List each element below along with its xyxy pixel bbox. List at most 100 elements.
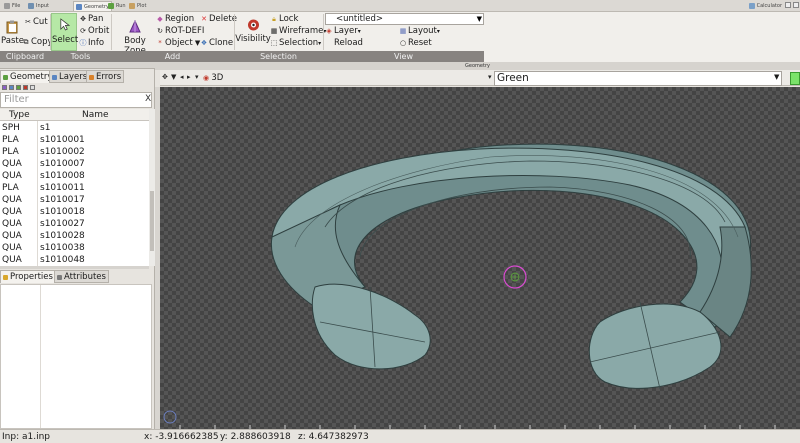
tab-run[interactable]: Run <box>106 1 128 11</box>
select-button[interactable]: Select <box>51 13 79 51</box>
clone-button[interactable]: ❖ Clone <box>200 38 233 49</box>
select-label: Select <box>52 35 79 45</box>
top-tab-bar: File Input Geometry Run Plot Calculator <box>0 0 800 12</box>
tab-attributes[interactable]: Attributes <box>54 270 109 283</box>
file-icon <box>4 3 10 9</box>
header-name[interactable]: Name <box>82 109 109 121</box>
table-row[interactable]: QUA s1010048 <box>0 254 149 266</box>
tab-properties[interactable]: Properties <box>0 270 56 283</box>
color-combo-value: Green <box>497 72 529 84</box>
table-row[interactable]: QUA s1010027 <box>0 218 149 230</box>
tab-errors-label: Errors <box>96 72 122 82</box>
ribbon-group-labels: Clipboard Tools Add Selection View <box>0 51 484 62</box>
region-button[interactable]: ◆ Region <box>156 14 194 25</box>
paste-button[interactable]: Paste <box>1 20 24 46</box>
right-end-cap <box>588 303 722 389</box>
layout-icon: ▦ <box>399 27 407 35</box>
viewport-next-icon[interactable]: ▸ <box>187 73 193 81</box>
projection-selector[interactable]: ◉ 3D <box>203 73 223 83</box>
panel-icon-strip <box>0 84 155 91</box>
table-row[interactable]: PLA s1010011 <box>0 182 149 194</box>
delete-icon: ✕ <box>201 15 207 23</box>
copy-button[interactable]: ⧉ Copy <box>22 37 53 48</box>
delete-label: Delete <box>209 14 237 24</box>
tab-file[interactable]: File <box>2 1 22 11</box>
row-name: s1010017 <box>40 195 85 205</box>
paste-label: Paste <box>1 36 24 46</box>
filter-region-icon[interactable] <box>9 85 14 90</box>
color-combo-arrow-icon[interactable]: ▼ <box>774 73 779 81</box>
header-type[interactable]: Type <box>9 109 30 121</box>
visibility-button[interactable]: Visibility <box>235 18 271 44</box>
table-row[interactable]: QUA s1010018 <box>0 206 149 218</box>
orbit-button[interactable]: ⟳ Orbit <box>79 26 109 37</box>
layer-dropdown-icon: ▾ <box>357 28 361 35</box>
viewport-zoom-icon[interactable]: ◂ <box>180 73 186 81</box>
tab-layers[interactable]: Layers <box>49 70 91 83</box>
filter-more-icon[interactable] <box>30 85 35 90</box>
info-button[interactable]: ⓘ Info <box>79 38 105 49</box>
row-name: s1010018 <box>40 207 85 217</box>
view-combo-value: <untitled> <box>336 14 384 24</box>
tab-attributes-label: Attributes <box>64 272 106 282</box>
row-type: QUA <box>2 159 22 169</box>
reset-button[interactable]: ○ Reset <box>399 38 432 49</box>
delete-button[interactable]: ✕ Delete <box>200 14 237 25</box>
layout-button[interactable]: ▦ Layout▾ <box>399 26 440 37</box>
filter-clear-label: X <box>145 94 152 104</box>
calculator-button[interactable]: Calculator <box>748 1 782 11</box>
table-row[interactable]: QUA s1010008 <box>0 170 149 182</box>
tab-plot[interactable]: Plot <box>127 1 148 11</box>
viewport-move-icon[interactable]: ✥ <box>162 73 168 81</box>
reload-button[interactable]: Reload <box>325 38 363 49</box>
left-panel-grip[interactable] <box>0 62 155 69</box>
filter-body-icon[interactable] <box>2 85 7 90</box>
window-minimize-button[interactable] <box>785 2 791 8</box>
lock-button[interactable]: 🔒︎ Lock <box>270 14 298 25</box>
window-close-button[interactable] <box>793 2 799 8</box>
wireframe-label: Wireframe <box>279 26 324 36</box>
table-row[interactable]: QUA s1010038 <box>0 242 149 254</box>
projection-dropdown-icon[interactable]: ▾ <box>195 73 201 81</box>
table-row[interactable]: PLA s1010001 <box>0 134 149 146</box>
rot-defi-button[interactable]: ↻ ROT-DEFI <box>156 26 204 37</box>
viewport-tab-label: Geometry <box>465 63 490 69</box>
row-name: s1010048 <box>40 255 85 265</box>
viewport-3d[interactable] <box>160 87 800 429</box>
geometry-icon <box>76 4 82 10</box>
pan-button[interactable]: ✥ Pan <box>79 14 103 25</box>
object-button[interactable]: * Object ▼ <box>156 38 200 49</box>
row-name: s1010001 <box>40 135 85 145</box>
reset-label: Reset <box>408 38 432 48</box>
color-swatch[interactable] <box>790 72 800 85</box>
status-x-coordinate: x: -3.916662385 <box>144 432 219 442</box>
tab-file-label: File <box>12 3 21 9</box>
wireframe-button[interactable]: ▦ Wireframe▾ <box>270 26 327 37</box>
reload-label: Reload <box>334 38 363 48</box>
tab-errors[interactable]: Errors <box>86 70 125 83</box>
filter-clear-button[interactable]: X <box>145 94 151 104</box>
table-row[interactable]: PLA s1010002 <box>0 146 149 158</box>
table-row[interactable]: QUA s1010028 <box>0 230 149 242</box>
color-combo[interactable]: Green <box>494 71 782 86</box>
errors-tab-icon <box>89 75 94 80</box>
selection-button[interactable]: ⬚ Selection▾ <box>270 38 322 49</box>
layer-button[interactable]: ◈ Layer▾ <box>325 26 361 37</box>
filter-object-icon[interactable] <box>23 85 28 90</box>
group-label-view: View <box>394 52 413 61</box>
tab-geometry-panel[interactable]: Geometry <box>0 70 56 83</box>
cut-label: Cut <box>33 17 48 27</box>
tab-input[interactable]: Input <box>26 1 51 11</box>
row-name: s1010027 <box>40 219 85 229</box>
filter-transform-icon[interactable] <box>16 85 21 90</box>
table-row[interactable]: QUA s1010017 <box>0 194 149 206</box>
table-row[interactable]: QUA s1010007 <box>0 158 149 170</box>
viewport-tab-strip: Geometry <box>155 62 800 70</box>
layers-tab-icon <box>52 75 57 80</box>
filter-input[interactable]: Filter <box>0 92 152 108</box>
scrollbar-thumb[interactable] <box>150 191 154 251</box>
view-combo[interactable]: <untitled> <box>325 13 484 25</box>
cut-button[interactable]: ✂ Cut <box>24 17 48 28</box>
viewport-menu-dropdown-icon[interactable]: ▼ <box>171 73 177 81</box>
table-row[interactable]: SPH s1 <box>0 122 149 134</box>
